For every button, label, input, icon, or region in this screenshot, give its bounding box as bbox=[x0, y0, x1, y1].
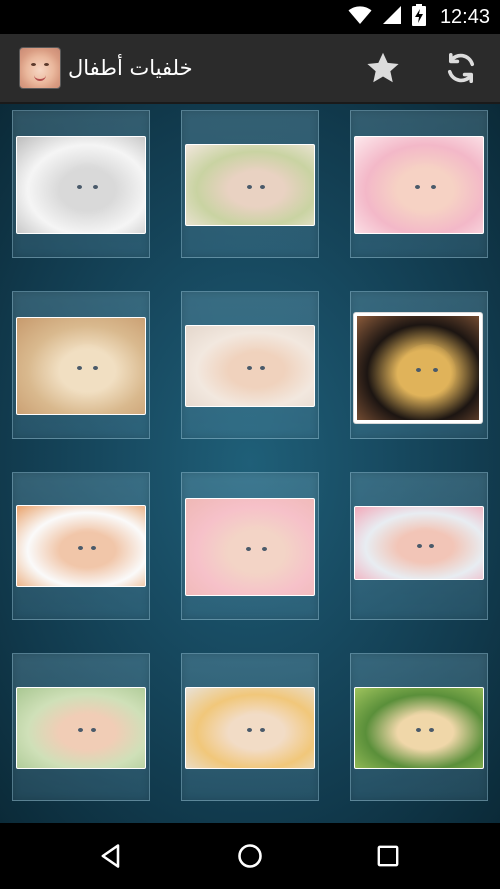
signal-icon bbox=[382, 5, 402, 30]
star-icon bbox=[367, 52, 399, 83]
screen: 12:43 خلفيات أطفال bbox=[0, 0, 500, 889]
eye-dot bbox=[433, 368, 438, 372]
baby-thumbnail-11[interactable] bbox=[185, 687, 315, 769]
eye-dot bbox=[247, 366, 252, 370]
baby-face-shape bbox=[65, 528, 109, 572]
gallery-cell[interactable] bbox=[12, 110, 150, 258]
recents-button[interactable] bbox=[370, 838, 406, 874]
baby-thumbnail-6[interactable] bbox=[354, 313, 482, 423]
gallery-cell[interactable] bbox=[350, 653, 488, 801]
wifi-icon bbox=[348, 5, 372, 30]
navigation-bar bbox=[0, 823, 500, 889]
eye-dot bbox=[93, 185, 98, 189]
baby-face-shape bbox=[399, 163, 452, 216]
home-button[interactable] bbox=[232, 838, 268, 874]
eye-dot bbox=[260, 366, 265, 370]
thumbnail-image bbox=[17, 318, 145, 414]
gallery-cell[interactable] bbox=[350, 110, 488, 258]
eye-dot bbox=[246, 547, 251, 551]
baby-face-shape bbox=[230, 525, 283, 578]
gallery-cell[interactable] bbox=[12, 653, 150, 801]
eye-dot bbox=[431, 185, 436, 189]
baby-face-shape bbox=[61, 163, 114, 216]
baby-face-shape bbox=[234, 167, 278, 211]
baby-thumbnail-8[interactable] bbox=[185, 498, 315, 596]
back-button[interactable] bbox=[93, 838, 129, 874]
gallery-cell[interactable] bbox=[181, 472, 319, 620]
eye-dot bbox=[429, 728, 434, 732]
gallery-cell[interactable] bbox=[350, 291, 488, 439]
eye-dot bbox=[262, 547, 267, 551]
refresh-icon bbox=[447, 53, 475, 83]
eye-dot bbox=[416, 728, 421, 732]
baby-thumbnail-4[interactable] bbox=[16, 317, 146, 415]
thumbnail-image bbox=[355, 137, 483, 233]
baby-face-shape bbox=[399, 344, 456, 401]
baby-thumbnail-12[interactable] bbox=[354, 687, 484, 769]
baby-face-shape bbox=[234, 710, 278, 754]
baby-face-shape bbox=[405, 527, 445, 567]
gallery-cell[interactable] bbox=[181, 110, 319, 258]
recents-icon bbox=[377, 845, 399, 867]
status-time: 12:43 bbox=[439, 5, 490, 28]
baby-thumbnail-2[interactable] bbox=[185, 144, 315, 226]
baby-face-shape bbox=[234, 348, 278, 392]
status-bar: 12:43 bbox=[0, 0, 500, 34]
eye-dot bbox=[417, 544, 422, 548]
thumbnail-image bbox=[186, 326, 314, 406]
baby-face-shape bbox=[61, 344, 114, 397]
refresh-button[interactable] bbox=[441, 48, 481, 88]
eye-dot bbox=[78, 728, 83, 732]
eye-dot bbox=[77, 366, 82, 370]
eye-dot bbox=[93, 366, 98, 370]
eye-dot bbox=[78, 546, 83, 550]
baby-thumbnail-9[interactable] bbox=[354, 506, 484, 580]
status-icons: 12:43 bbox=[348, 0, 490, 34]
gallery-cell[interactable] bbox=[350, 472, 488, 620]
thumbnail-image bbox=[357, 316, 479, 420]
favorites-button[interactable] bbox=[363, 48, 403, 88]
thumbnail-image bbox=[186, 499, 314, 595]
eye-dot bbox=[416, 368, 421, 372]
home-icon bbox=[238, 844, 262, 868]
action-bar: خلفيات أطفال bbox=[0, 34, 500, 104]
thumbnail-image bbox=[186, 688, 314, 768]
thumbnail-image bbox=[355, 507, 483, 579]
wallpaper-grid bbox=[12, 110, 490, 801]
eye-dot bbox=[247, 185, 252, 189]
eye-dot bbox=[247, 728, 252, 732]
gallery-cell[interactable] bbox=[12, 291, 150, 439]
eye-dot bbox=[429, 544, 434, 548]
baby-thumbnail-10[interactable] bbox=[16, 687, 146, 769]
thumbnail-image bbox=[17, 506, 145, 586]
eye-dot bbox=[260, 185, 265, 189]
wallpaper-grid-area[interactable] bbox=[0, 104, 500, 823]
eye-dot bbox=[260, 728, 265, 732]
baby-face-shape bbox=[65, 710, 109, 754]
back-icon bbox=[101, 844, 120, 868]
thumbnail-image bbox=[355, 688, 483, 768]
thumbnail-image bbox=[17, 688, 145, 768]
baby-thumbnail-7[interactable] bbox=[16, 505, 146, 587]
baby-face-app-icon[interactable] bbox=[19, 47, 61, 89]
baby-thumbnail-1[interactable] bbox=[16, 136, 146, 234]
thumbnail-image bbox=[17, 137, 145, 233]
eye-dot bbox=[77, 185, 82, 189]
app-title: خلفيات أطفال bbox=[68, 56, 193, 80]
eye-dot bbox=[415, 185, 420, 189]
eye-dot bbox=[91, 728, 96, 732]
gallery-cell[interactable] bbox=[12, 472, 150, 620]
gallery-cell[interactable] bbox=[181, 653, 319, 801]
eye-dot bbox=[91, 546, 96, 550]
baby-thumbnail-3[interactable] bbox=[354, 136, 484, 234]
gallery-cell[interactable] bbox=[181, 291, 319, 439]
battery-charging-icon bbox=[411, 3, 426, 31]
thumbnail-image bbox=[186, 145, 314, 225]
baby-face-shape bbox=[403, 710, 447, 754]
baby-thumbnail-5[interactable] bbox=[185, 325, 315, 407]
